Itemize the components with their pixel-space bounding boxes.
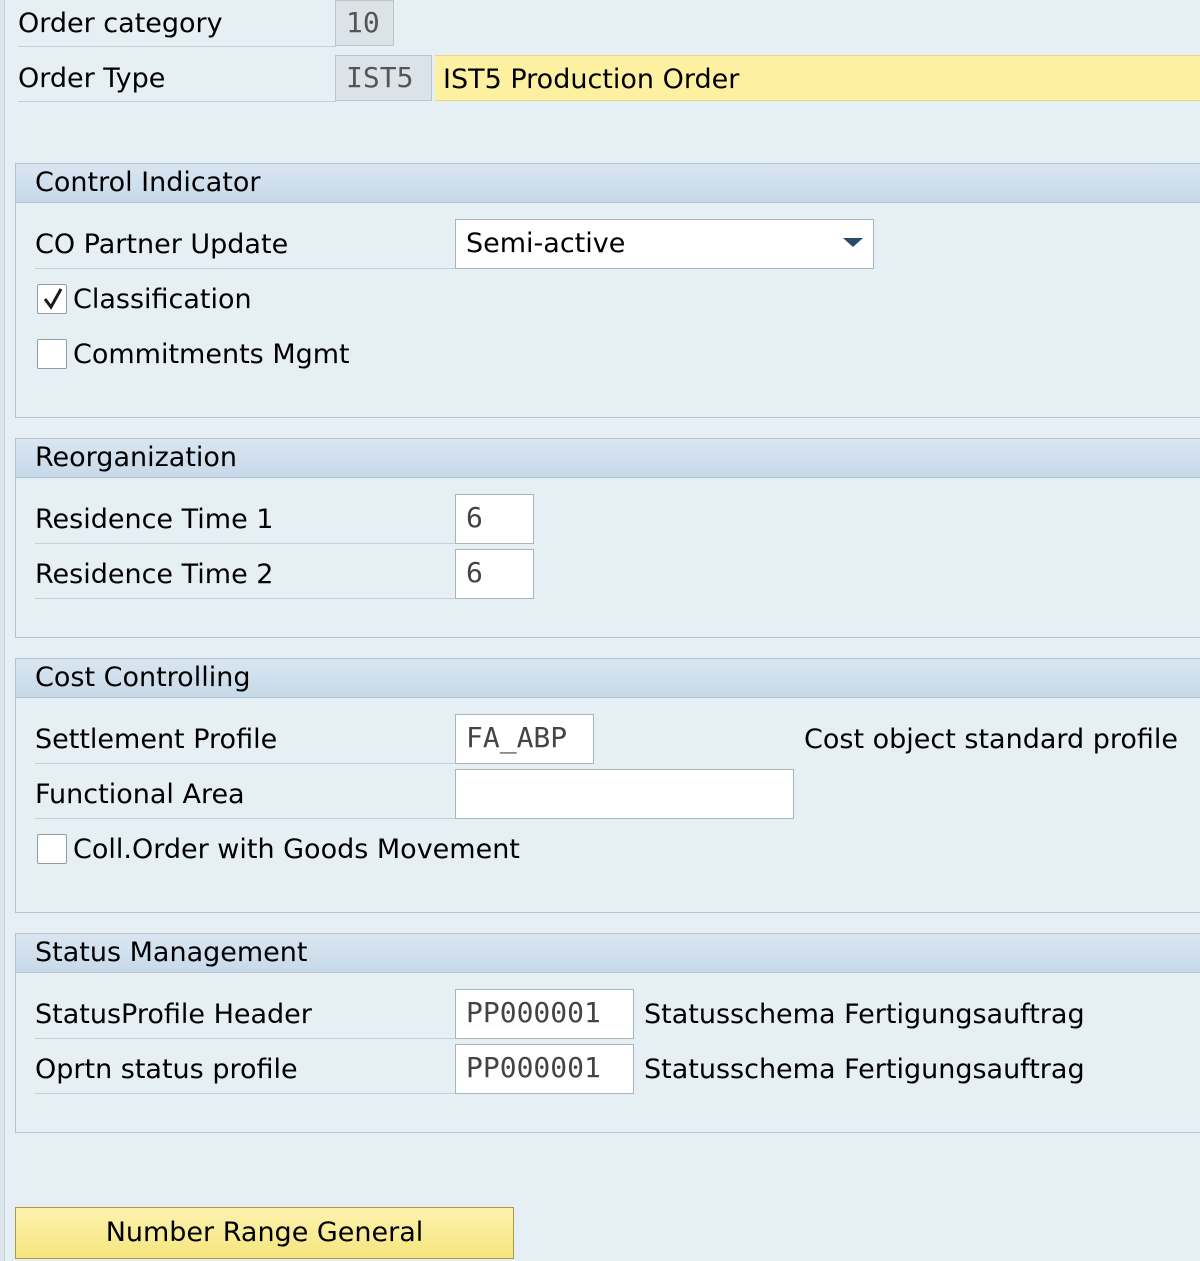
status-profile-header-label: StatusProfile Header <box>35 989 455 1039</box>
residence-time-2-field[interactable]: 6 <box>455 549 534 599</box>
status-profile-header-field[interactable]: PP000001 <box>455 989 634 1039</box>
checkmark-icon <box>43 288 63 310</box>
settlement-profile-field[interactable]: FA_ABP <box>455 714 594 764</box>
co-partner-dropdown[interactable]: Semi-active <box>455 219 874 269</box>
order-category-row: Order category 10 <box>15 0 1200 48</box>
functional-area-field[interactable] <box>455 769 794 819</box>
left-edge <box>0 0 5 1261</box>
chevron-down-icon[interactable] <box>843 238 863 247</box>
residence-time-1-field[interactable]: 6 <box>455 494 534 544</box>
commitments-label: Commitments Mgmt <box>73 339 350 370</box>
commitments-checkbox[interactable] <box>37 339 67 369</box>
order-type-label: Order Type <box>18 55 336 102</box>
oprtn-status-profile-description: Statusschema Fertigungsauftrag <box>644 1054 1085 1085</box>
reorganization-group: Reorganization Residence Time 1 6 Reside… <box>15 438 1200 638</box>
order-category-label: Order category <box>18 0 336 47</box>
settlement-profile-label: Settlement Profile <box>35 714 455 764</box>
number-range-general-button[interactable]: Number Range General <box>15 1207 514 1259</box>
settlement-profile-description: Cost object standard profile <box>804 724 1179 755</box>
co-partner-label: CO Partner Update <box>35 219 455 269</box>
classification-checkbox[interactable] <box>37 284 67 314</box>
functional-area-label: Functional Area <box>35 769 455 819</box>
status-profile-header-description: Statusschema Fertigungsauftrag <box>644 999 1085 1030</box>
residence-time-2-label: Residence Time 2 <box>35 549 455 599</box>
coll-order-checkbox[interactable] <box>37 834 67 864</box>
order-type-description: IST5 Production Order <box>435 55 1200 101</box>
status-management-title: Status Management <box>16 934 1200 973</box>
status-management-group: Status Management StatusProfile Header P… <box>15 933 1200 1133</box>
order-category-field[interactable]: 10 <box>335 0 394 46</box>
control-indicator-title: Control Indicator <box>16 164 1200 203</box>
oprtn-status-profile-field[interactable]: PP000001 <box>455 1044 634 1094</box>
cost-controlling-group: Cost Controlling Settlement Profile FA_A… <box>15 658 1200 913</box>
classification-label: Classification <box>73 284 252 315</box>
residence-time-1-label: Residence Time 1 <box>35 494 455 544</box>
order-type-code-field[interactable]: IST5 <box>335 55 432 101</box>
oprtn-status-profile-label: Oprtn status profile <box>35 1044 455 1094</box>
co-partner-value: Semi-active <box>466 228 626 259</box>
reorganization-title: Reorganization <box>16 439 1200 478</box>
order-type-row: Order Type IST5 IST5 Production Order <box>15 55 1200 103</box>
control-indicator-group: Control Indicator CO Partner Update Semi… <box>15 163 1200 418</box>
cost-controlling-title: Cost Controlling <box>16 659 1200 698</box>
coll-order-label: Coll.Order with Goods Movement <box>73 834 520 865</box>
